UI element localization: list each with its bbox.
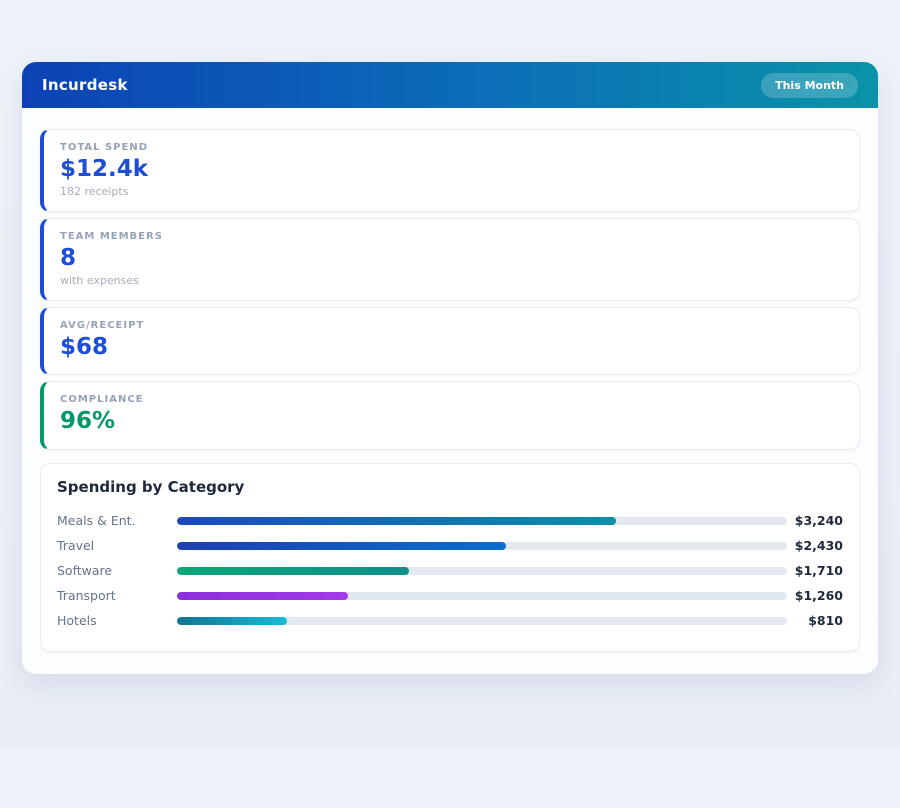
category-label: Transport xyxy=(57,588,177,603)
value-label: $3,240 xyxy=(787,513,843,528)
chart-row: Travel $2,430 xyxy=(57,533,843,558)
category-label: Meals & Ent. xyxy=(57,513,177,528)
bar-fill xyxy=(177,567,409,575)
stat-label: TEAM MEMBERS xyxy=(60,231,843,242)
stat-card-compliance: COMPLIANCE 96% xyxy=(40,381,860,450)
stat-label: AVG/RECEIPT xyxy=(60,320,843,331)
dashboard-panel: Incurdesk This Month TOTAL SPEND $12.4k … xyxy=(22,62,878,674)
bar-track xyxy=(177,617,787,625)
stat-value: 96% xyxy=(60,407,843,436)
stat-card-total-spend: TOTAL SPEND $12.4k 182 receipts xyxy=(40,129,860,212)
app-title: Incurdesk xyxy=(42,76,128,94)
bar-fill xyxy=(177,517,616,525)
bar-track xyxy=(177,567,787,575)
stat-value: $68 xyxy=(60,333,843,362)
stat-label: COMPLIANCE xyxy=(60,394,843,405)
app-header: Incurdesk This Month xyxy=(22,62,878,108)
stat-value: 8 xyxy=(60,244,843,273)
stat-subtext: with expenses xyxy=(60,274,843,287)
chart-row: Hotels $810 xyxy=(57,608,843,633)
bar-fill xyxy=(177,592,348,600)
category-label: Travel xyxy=(57,538,177,553)
stat-card-avg-receipt: AVG/RECEIPT $68 xyxy=(40,307,860,376)
spending-chart-card: Spending by Category Meals & Ent. $3,240 T… xyxy=(40,463,860,652)
bar-track xyxy=(177,542,787,550)
stat-subtext: 182 receipts xyxy=(60,185,843,198)
chart-row: Software $1,710 xyxy=(57,558,843,583)
period-badge[interactable]: This Month xyxy=(761,73,858,98)
category-label: Software xyxy=(57,563,177,578)
value-label: $810 xyxy=(787,613,843,628)
category-label: Hotels xyxy=(57,613,177,628)
chart-row: Meals & Ent. $3,240 xyxy=(57,508,843,533)
chart-title: Spending by Category xyxy=(57,478,843,496)
dashboard-content: TOTAL SPEND $12.4k 182 receipts TEAM MEM… xyxy=(22,108,878,674)
bar-track xyxy=(177,517,787,525)
stat-card-team-members: TEAM MEMBERS 8 with expenses xyxy=(40,218,860,301)
bar-fill xyxy=(177,617,287,625)
stat-label: TOTAL SPEND xyxy=(60,142,843,153)
value-label: $1,260 xyxy=(787,588,843,603)
value-label: $2,430 xyxy=(787,538,843,553)
chart-row: Transport $1,260 xyxy=(57,583,843,608)
value-label: $1,710 xyxy=(787,563,843,578)
bar-fill xyxy=(177,542,506,550)
chart-rows: Meals & Ent. $3,240 Travel $2,430 Software $1… xyxy=(57,508,843,633)
stat-value: $12.4k xyxy=(60,155,843,184)
bar-track xyxy=(177,592,787,600)
